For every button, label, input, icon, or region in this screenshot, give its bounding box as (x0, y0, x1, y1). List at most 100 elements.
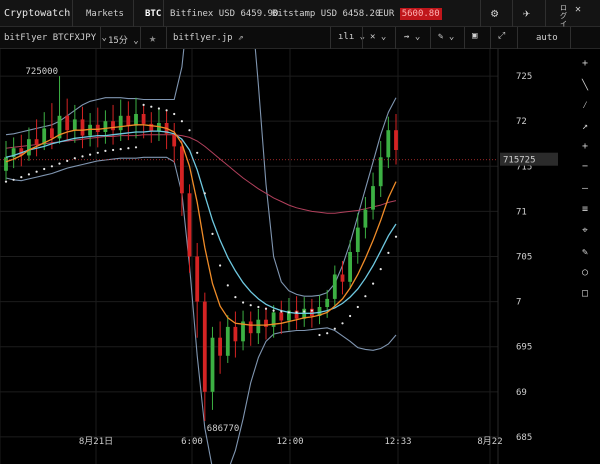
candle-body (180, 146, 184, 194)
candle-body (233, 326, 238, 342)
ticker-price: 6458.20 (342, 9, 381, 19)
candle-body (279, 312, 284, 321)
divider (430, 27, 431, 49)
bollinger-lower-line (5, 156, 397, 464)
psar-dot (196, 151, 199, 154)
psar-dot (287, 311, 290, 314)
candle-body (210, 337, 215, 392)
candle-body (111, 121, 115, 131)
y-tick-label: 72 (516, 117, 527, 127)
low-price-label: 686770 (207, 424, 240, 434)
screenshot-icon[interactable]: ▣ (472, 31, 477, 41)
close-icon[interactable]: ✕ (575, 4, 581, 15)
psar-dot (211, 232, 214, 235)
ray-tool-icon[interactable]: ⁄ (575, 100, 595, 112)
candle-body (218, 337, 222, 356)
psar-dot (349, 314, 352, 318)
sma-long-line (5, 134, 397, 214)
psar-dot (257, 305, 260, 309)
scale-selector[interactable]: auto (536, 33, 558, 43)
candle-body (264, 319, 268, 327)
divider (490, 27, 491, 49)
interval-label: 15分 (108, 36, 128, 46)
psar-dot (303, 310, 306, 313)
high-price-label: 725000 (26, 67, 59, 77)
psar-dot (127, 147, 130, 150)
divider (517, 27, 518, 49)
x-tick-label: 8月21日 (79, 436, 113, 447)
x-tick-label: 12:33 (384, 437, 411, 447)
psar-dot (249, 304, 252, 307)
zoom-in-icon[interactable]: + (575, 141, 595, 152)
plus-icon[interactable]: + (575, 58, 595, 69)
chevron-down-icon: ⌄ (101, 33, 107, 43)
x-tick-label: 8月22 (477, 436, 502, 447)
candle-body (172, 133, 177, 147)
psar-dot (165, 109, 168, 112)
psar-dot (73, 157, 76, 160)
psar-dot (81, 155, 84, 158)
circle-tool-icon[interactable]: ○ (575, 267, 595, 278)
candle-body (80, 119, 85, 136)
divider (72, 0, 73, 27)
arrow-tool-icon[interactable]: ↗ (575, 121, 595, 132)
ema-fast-line (5, 124, 397, 326)
rocket-icon[interactable]: ✈ (523, 6, 530, 20)
brand-logo[interactable]: Cryptowatch (4, 8, 70, 19)
divider (362, 27, 363, 49)
psar-dot (188, 129, 191, 132)
candle-body (340, 274, 345, 282)
candle-body (134, 114, 138, 126)
zoom-out-icon[interactable]: − (575, 161, 595, 172)
interval-selector[interactable]: 15分 ⌄ (108, 33, 139, 46)
candle-body (256, 319, 261, 334)
psar-dot (280, 310, 283, 313)
candle-body (72, 119, 77, 131)
pencil-tool-icon[interactable]: ✎ (575, 247, 595, 258)
chart-toolbar: bitFlyer BTCFXJPY ⌄ 15分 ⌄ ★ bitflyer.jp … (0, 27, 600, 49)
price-chart[interactable]: 7250006867707257271571705769569685715725… (0, 49, 600, 464)
divider (330, 27, 331, 49)
ticker-bitfinex[interactable]: Bitfinex USD 6459.90 (170, 9, 278, 19)
psar-dot (333, 327, 336, 330)
y-tick-label: 725 (516, 72, 532, 82)
psar-dot (150, 105, 153, 108)
exchange-link[interactable]: bitflyer.jp ⇗ (173, 33, 243, 43)
coin-selector[interactable]: BTC (145, 9, 161, 19)
psar-dot (226, 284, 229, 287)
candle-body (34, 139, 39, 145)
ticker-exchange: Bitfinex (170, 9, 214, 19)
psar-dot (173, 112, 176, 116)
candle-body (202, 301, 207, 392)
candle-body (126, 115, 131, 126)
candle-body (225, 326, 230, 356)
tools-icon[interactable]: ✕ ⌄ (370, 32, 386, 42)
pencil-icon[interactable]: ✎ ⌄ (438, 32, 454, 42)
indicators-icon[interactable]: ⇝ ⌄ (404, 32, 420, 42)
ticker-pair: USD (320, 9, 338, 19)
market-selector[interactable]: bitFlyer BTCFXJPY ⌄ (4, 33, 107, 43)
ticker-bitstamp[interactable]: Bitstamp USD 6458.20 (272, 9, 380, 19)
divider (512, 0, 513, 27)
psar-dot (242, 301, 245, 304)
candle-body (386, 130, 391, 158)
psar-dot (379, 268, 382, 271)
candle-body (50, 128, 54, 139)
candle-body (88, 124, 92, 136)
markets-button[interactable]: Markets (86, 9, 124, 19)
psar-dot (119, 148, 122, 151)
psar-dot (180, 120, 183, 123)
fullscreen-icon[interactable]: ⤢ (498, 31, 505, 41)
rectangle-tool-icon[interactable]: □ (575, 288, 595, 299)
candle-body (195, 256, 200, 302)
cursor-tool-icon[interactable]: ⌖ (575, 225, 595, 236)
divider (163, 0, 164, 27)
horizontal-line-icon[interactable]: ― (575, 183, 595, 194)
ticker-eur[interactable]: EUR 5600.80 (378, 8, 442, 20)
divider (480, 0, 481, 27)
line-tool-icon[interactable]: ╲ (575, 80, 595, 91)
star-icon[interactable]: ★ (149, 31, 156, 45)
fib-tool-icon[interactable]: ≡ (575, 204, 595, 215)
gear-icon[interactable]: ⚙ (491, 6, 498, 20)
external-link-icon: ⇗ (238, 33, 244, 43)
